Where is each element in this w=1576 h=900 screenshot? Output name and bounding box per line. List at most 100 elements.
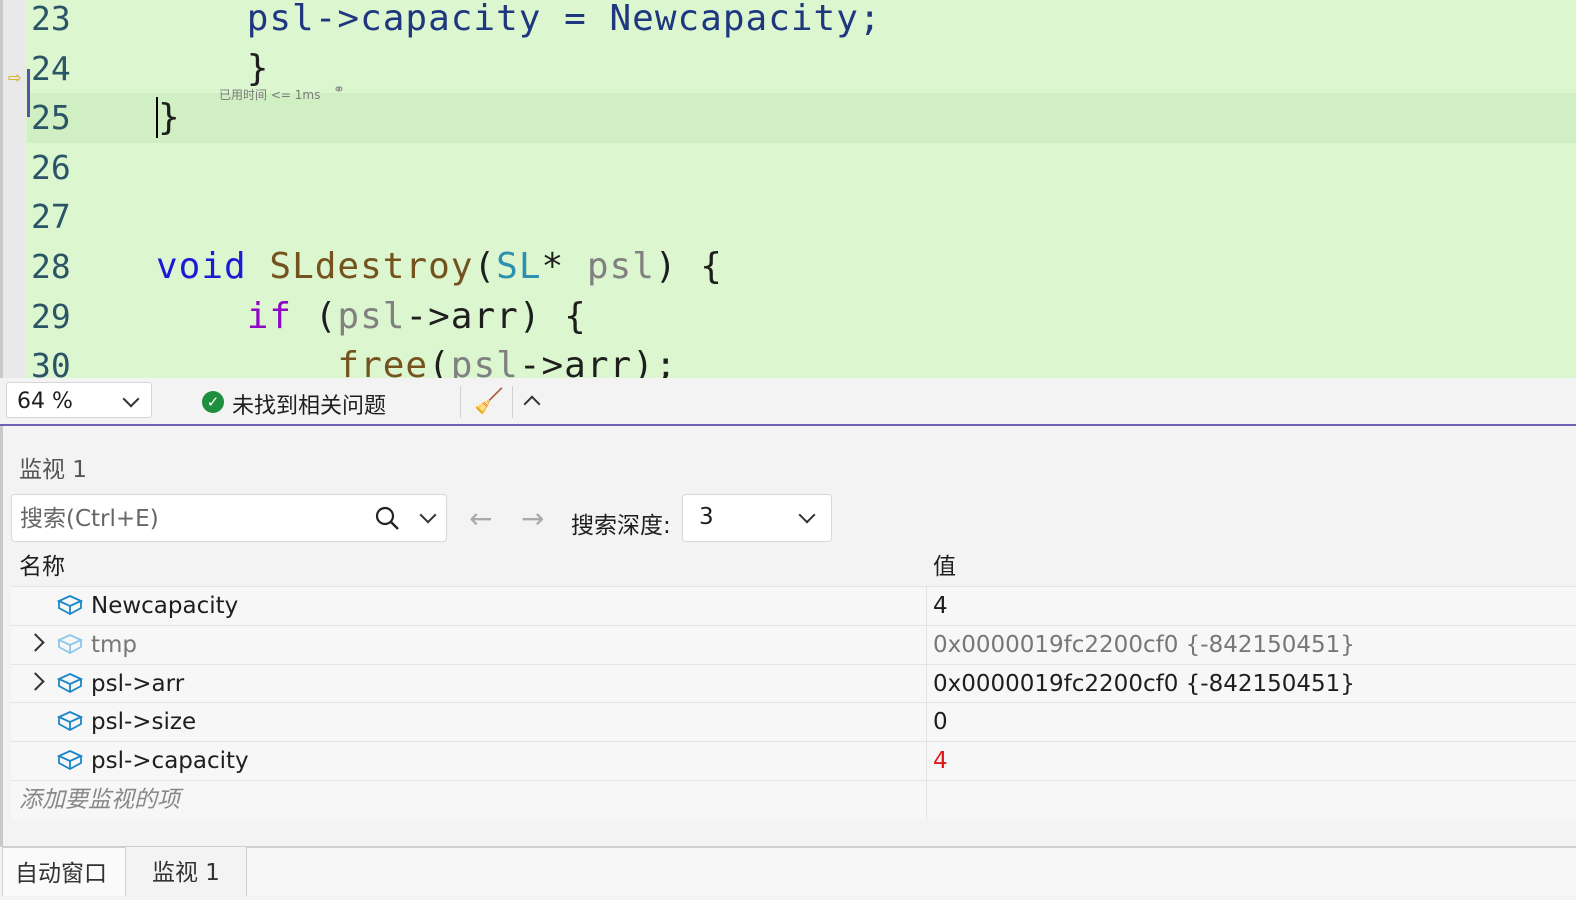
search-depth-select[interactable]: 3 bbox=[682, 494, 832, 542]
code-token: SLdestroy bbox=[269, 246, 474, 287]
watch-name[interactable]: psl->capacity bbox=[91, 742, 249, 780]
code-editor[interactable]: 23 psl->capacity = Newcapacity; 24 } 25} 26… bbox=[0, 0, 1576, 378]
current-line-indicator bbox=[27, 69, 30, 117]
code-token: ( bbox=[292, 295, 338, 337]
code-token: psl bbox=[450, 345, 519, 378]
chevron-right-icon[interactable] bbox=[26, 671, 45, 691]
code-token: void bbox=[156, 246, 247, 287]
code-token: ( bbox=[473, 246, 497, 287]
performance-chart-icon[interactable]: ⚭ bbox=[333, 82, 351, 100]
zoom-level: 64 % bbox=[17, 389, 73, 414]
code-token: psl->capacity = Newcapacity; bbox=[156, 0, 882, 39]
line-number: 24 bbox=[31, 48, 71, 88]
search-input[interactable] bbox=[18, 499, 362, 539]
column-divider bbox=[926, 781, 927, 819]
tab-strip-filler bbox=[246, 847, 1576, 896]
variable-icon bbox=[56, 710, 84, 732]
zoom-dropdown[interactable]: 64 % bbox=[6, 382, 152, 418]
watch-row[interactable]: tmp 0x0000019fc2200cf0 {-842150451} bbox=[11, 624, 1576, 664]
watch-name[interactable]: psl->arr bbox=[91, 665, 184, 703]
column-divider bbox=[926, 703, 927, 742]
code-line[interactable] bbox=[27, 192, 1576, 242]
watch-row[interactable]: psl->arr 0x0000019fc2200cf0 {-842150451} bbox=[11, 663, 1576, 703]
issues-status[interactable]: 未找到相关问题 bbox=[232, 388, 386, 420]
line-number: 29 bbox=[31, 296, 71, 336]
code-text: } bbox=[156, 93, 181, 143]
editor-status-bar: 64 % ✓ 未找到相关问题 🧹 bbox=[0, 378, 1576, 426]
tab-watch-1[interactable]: 监视 1 bbox=[136, 847, 246, 896]
watch-row[interactable]: psl->size 0 bbox=[11, 702, 1576, 742]
code-text: psl->capacity = Newcapacity; bbox=[156, 0, 882, 44]
code-token: if bbox=[246, 295, 293, 337]
tab-autos[interactable]: 自动窗口 bbox=[2, 847, 126, 896]
watch-row[interactable]: Newcapacity 4 bbox=[11, 586, 1576, 625]
code-token: } bbox=[156, 97, 181, 139]
chevron-down-icon[interactable] bbox=[419, 506, 437, 524]
watch-value[interactable]: 0x0000019fc2200cf0 {-842150451} bbox=[933, 626, 1355, 664]
column-divider bbox=[926, 742, 927, 781]
watch-value[interactable]: 4 bbox=[933, 587, 948, 625]
column-header-value[interactable]: 值 bbox=[933, 548, 956, 584]
line-number: 26 bbox=[31, 147, 71, 187]
search-depth-value: 3 bbox=[699, 504, 714, 530]
line-number: 30 bbox=[31, 346, 71, 378]
back-arrow-icon[interactable]: ← bbox=[469, 502, 492, 535]
variable-icon bbox=[56, 633, 84, 655]
variable-icon bbox=[56, 594, 84, 616]
tool-window-tabs: 自动窗口 监视 1 bbox=[0, 846, 1576, 896]
glyph-margin bbox=[3, 0, 25, 378]
watch-value[interactable]: 0 bbox=[933, 703, 948, 741]
watch-value[interactable]: 4 bbox=[933, 742, 948, 780]
line-number: 27 bbox=[31, 197, 71, 237]
search-icon[interactable] bbox=[374, 505, 400, 531]
code-token: ( bbox=[428, 345, 451, 378]
search-box[interactable] bbox=[11, 494, 447, 542]
code-text: if (psl->arr) { bbox=[156, 292, 587, 342]
code-token: psl bbox=[337, 295, 406, 337]
chevron-down-icon bbox=[798, 506, 816, 524]
add-watch-row[interactable]: 添加要监视的项 bbox=[11, 780, 1576, 819]
chevron-down-icon bbox=[122, 390, 140, 408]
code-text: free(psl->arr); bbox=[156, 341, 678, 378]
code-token: psl bbox=[586, 246, 655, 287]
watch-name[interactable]: Newcapacity bbox=[91, 587, 238, 625]
divider bbox=[460, 386, 461, 418]
line-number: 28 bbox=[31, 247, 71, 286]
divider bbox=[512, 386, 513, 418]
code-text: void SLdestroy(SL* psl) { bbox=[156, 242, 723, 292]
line-number: 25 bbox=[31, 98, 71, 138]
chevron-up-icon[interactable] bbox=[523, 395, 541, 413]
watch-name[interactable]: psl->size bbox=[91, 703, 196, 741]
code-cleanup-icon[interactable]: 🧹 bbox=[474, 386, 504, 416]
column-divider bbox=[926, 587, 927, 625]
watch-panel: 监视 1 ← → 搜索深度: 3 名称 值 Newcapacity 4 tmp 0x0… bbox=[0, 426, 1576, 895]
chevron-right-icon[interactable] bbox=[26, 633, 45, 652]
panel-title: 监视 1 bbox=[19, 457, 87, 483]
add-watch-placeholder[interactable]: 添加要监视的项 bbox=[19, 781, 180, 819]
check-circle-icon: ✓ bbox=[202, 391, 224, 413]
code-token: } bbox=[156, 47, 270, 89]
forward-arrow-icon[interactable]: → bbox=[521, 502, 544, 535]
code-line[interactable] bbox=[27, 143, 1576, 193]
search-depth-label: 搜索深度: bbox=[571, 513, 671, 539]
instruction-pointer-icon: ⇨ bbox=[8, 68, 22, 87]
code-token: ) { bbox=[654, 246, 723, 287]
code-token: free bbox=[337, 345, 429, 378]
watch-name[interactable]: tmp bbox=[91, 626, 137, 664]
elapsed-time-hint: 已用时间 <= 1ms bbox=[219, 88, 321, 102]
line-number: 23 bbox=[31, 0, 71, 38]
column-divider bbox=[926, 664, 927, 703]
watch-value[interactable]: 0x0000019fc2200cf0 {-842150451} bbox=[933, 665, 1355, 703]
code-token: * bbox=[541, 246, 587, 287]
variable-icon bbox=[56, 749, 84, 771]
column-divider bbox=[926, 625, 927, 664]
code-token: SL bbox=[496, 246, 542, 287]
column-header-name[interactable]: 名称 bbox=[19, 548, 65, 584]
code-token: ->arr) { bbox=[405, 295, 587, 337]
watch-row[interactable]: psl->capacity 4 bbox=[11, 741, 1576, 781]
variable-icon bbox=[56, 672, 84, 694]
code-token: ->arr); bbox=[518, 345, 678, 378]
